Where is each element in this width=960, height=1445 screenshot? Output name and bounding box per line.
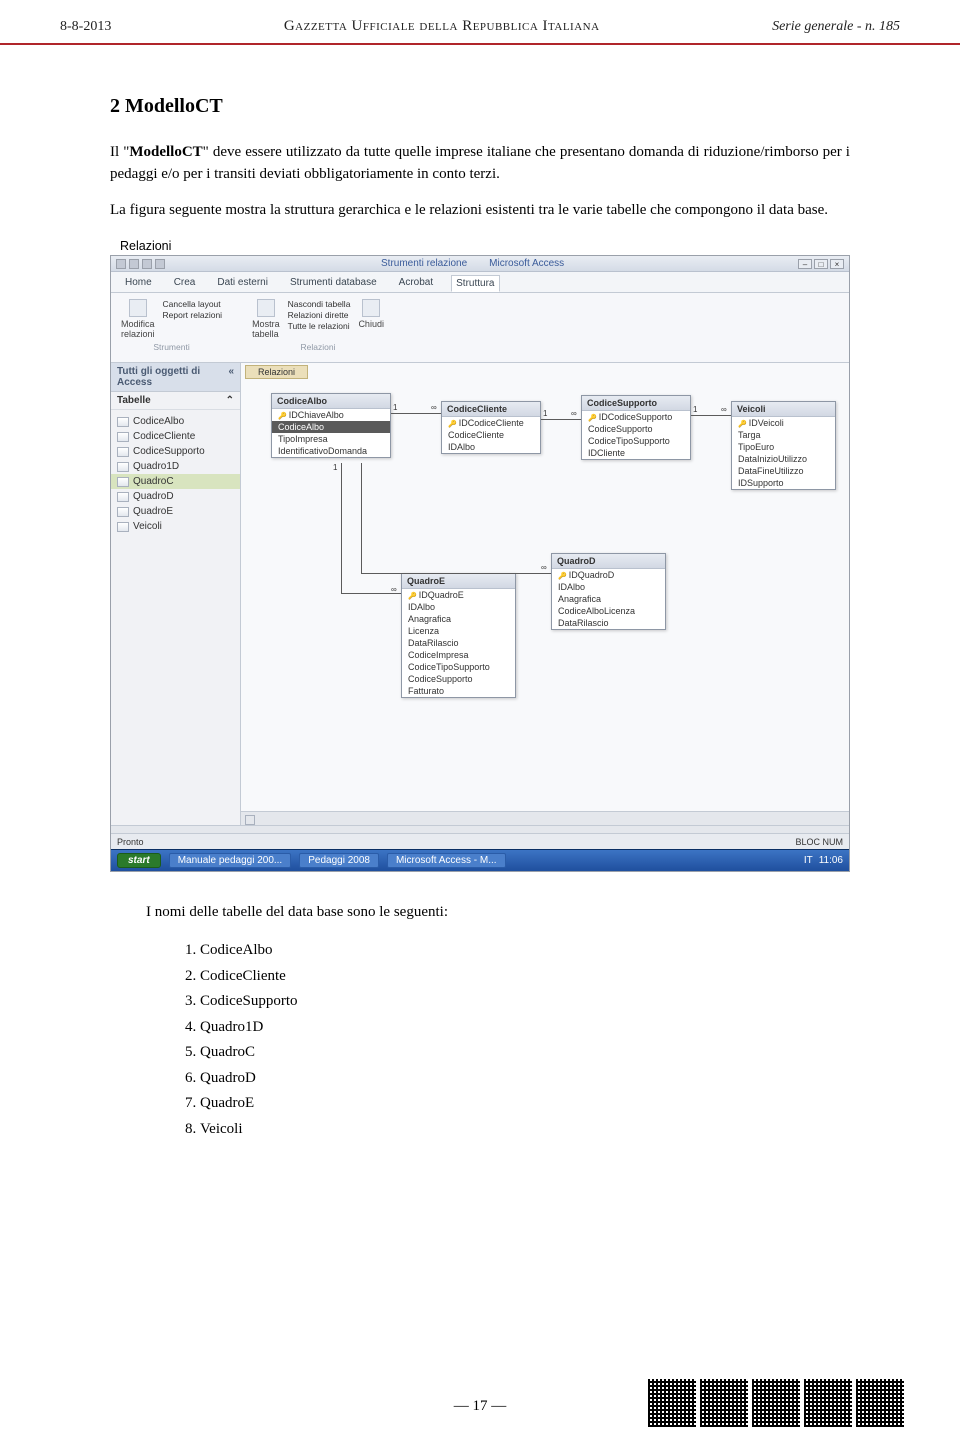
figure-label: Relazioni <box>120 239 850 253</box>
nav-item[interactable]: Quadro1D <box>111 459 240 474</box>
tab-crea[interactable]: Crea <box>170 275 200 292</box>
list-item: QuadroE <box>200 1091 850 1117</box>
page-header: 8-8-2013 Gazzetta Ufficiale della Repubb… <box>0 0 960 45</box>
header-publication: Gazzetta Ufficiale della Repubblica Ital… <box>284 18 600 35</box>
list-item: QuadroC <box>200 1040 850 1066</box>
btn-cancella-layout[interactable]: Cancella layout <box>163 299 223 309</box>
ribbon-tabs: Home Crea Dati esterni Strumenti databas… <box>111 272 849 293</box>
list-item: CodiceSupporto <box>200 989 850 1015</box>
btn-modifica-relazioni[interactable]: Modifica relazioni <box>121 299 155 339</box>
outer-scrollbar[interactable] <box>111 825 849 833</box>
qr-icon <box>856 1379 904 1427</box>
list-item: CodiceCliente <box>200 964 850 990</box>
titlebar: Strumenti relazione Microsoft Access –□× <box>111 256 849 272</box>
paragraph-2: La figura seguente mostra la struttura g… <box>110 200 850 222</box>
start-button[interactable]: start <box>117 853 161 868</box>
btn-relazioni-dirette[interactable]: Relazioni dirette <box>288 310 351 320</box>
after-paragraph: I nomi delle tabelle del data base sono … <box>110 902 850 924</box>
section-title: 2 ModelloCT <box>110 95 850 118</box>
header-series: Serie generale - n. 185 <box>772 19 900 35</box>
nav-item[interactable]: QuadroD <box>111 489 240 504</box>
tab-dati-esterni[interactable]: Dati esterni <box>213 275 272 292</box>
task-button[interactable]: Pedaggi 2008 <box>299 853 379 868</box>
nav-item[interactable]: CodiceSupporto <box>111 444 240 459</box>
tab-strumenti-db[interactable]: Strumenti database <box>286 275 381 292</box>
collapse-icon[interactable]: ⌃ <box>226 395 234 406</box>
table-box[interactable]: QuadroE IDQuadroE IDAlbo Anagrafica Lice… <box>401 573 516 698</box>
header-date: 8-8-2013 <box>60 19 111 35</box>
navigation-pane[interactable]: Tutti gli oggetti di Access« Tabelle⌃ Co… <box>111 363 241 825</box>
list-item: Quadro1D <box>200 1015 850 1041</box>
quick-access-toolbar <box>116 259 165 269</box>
btn-mostra-tabella[interactable]: Mostra tabella <box>252 299 280 339</box>
system-tray: IT 11:06 <box>804 855 843 866</box>
table-box[interactable]: CodiceCliente IDCodiceCliente CodiceClie… <box>441 401 541 454</box>
nav-item[interactable]: CodiceAlbo <box>111 414 240 429</box>
table-box[interactable]: Veicoli IDVeicoli Targa TipoEuro DataIni… <box>731 401 836 490</box>
list-item: QuadroD <box>200 1066 850 1092</box>
tab-struttura[interactable]: Struttura <box>451 275 499 292</box>
nav-table-list: CodiceAlbo CodiceCliente CodiceSupporto … <box>111 410 240 538</box>
tab-acrobat[interactable]: Acrobat <box>395 275 437 292</box>
task-button[interactable]: Manuale pedaggi 200... <box>169 853 292 868</box>
qr-icon <box>804 1379 852 1427</box>
qr-icon <box>648 1379 696 1427</box>
nav-item[interactable]: QuadroC <box>111 474 240 489</box>
table-box[interactable]: QuadroD IDQuadroD IDAlbo Anagrafica Codi… <box>551 553 666 630</box>
qr-icon <box>752 1379 800 1427</box>
task-button[interactable]: Microsoft Access - M... <box>387 853 506 868</box>
btn-tutte-relazioni[interactable]: Tutte le relazioni <box>288 321 351 331</box>
nav-item[interactable]: CodiceCliente <box>111 429 240 444</box>
workspace: Tutti gli oggetti di Access« Tabelle⌃ Co… <box>111 363 849 825</box>
tab-home[interactable]: Home <box>121 275 156 292</box>
ribbon: Modifica relazioni Cancella layout Repor… <box>111 293 849 363</box>
status-bar: Pronto BLOC NUM <box>111 833 849 849</box>
canvas-tab[interactable]: Relazioni <box>245 365 308 379</box>
list-item: CodiceAlbo <box>200 938 850 964</box>
window-controls: –□× <box>798 259 844 269</box>
windows-taskbar: start Manuale pedaggi 200... Pedaggi 200… <box>111 849 849 871</box>
nav-item[interactable]: Veicoli <box>111 519 240 534</box>
table-box[interactable]: CodiceAlbo IDChiaveAlbo CodiceAlbo TipoI… <box>271 393 391 458</box>
chevron-down-icon[interactable]: « <box>228 366 234 388</box>
btn-report-relazioni[interactable]: Report relazioni <box>163 310 223 320</box>
access-screenshot: Strumenti relazione Microsoft Access –□×… <box>110 255 850 872</box>
btn-nascondi-tabella[interactable]: Nascondi tabella <box>288 299 351 309</box>
list-item: Veicoli <box>200 1117 850 1143</box>
title-tool-names: Strumenti relazione Microsoft Access <box>381 258 564 269</box>
qr-icon <box>700 1379 748 1427</box>
table-box[interactable]: CodiceSupporto IDCodiceSupporto CodiceSu… <box>581 395 691 460</box>
paragraph-1: Il "ModelloCT" deve essere utilizzato da… <box>110 142 850 186</box>
table-name-list: CodiceAlbo CodiceCliente CodiceSupporto … <box>200 938 850 1142</box>
btn-chiudi[interactable]: Chiudi <box>358 299 384 339</box>
nav-item[interactable]: QuadroE <box>111 504 240 519</box>
horizontal-scrollbar[interactable] <box>241 811 849 825</box>
relationships-canvas[interactable]: Relazioni CodiceAlbo IDChiaveAlbo Codice… <box>241 363 849 825</box>
qr-codes <box>648 1379 904 1427</box>
